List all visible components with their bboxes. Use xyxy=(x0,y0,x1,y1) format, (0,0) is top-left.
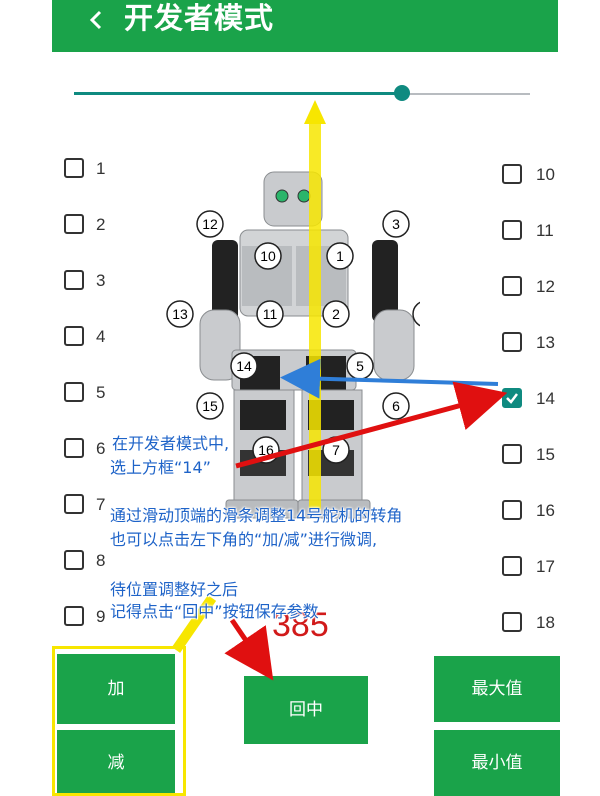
servo-number-label: 7 xyxy=(332,442,340,458)
checkbox-label: 4 xyxy=(96,327,106,346)
servo-number-label: 15 xyxy=(202,398,218,414)
chevron-left-icon[interactable] xyxy=(86,6,106,34)
checkbox-servo-14[interactable] xyxy=(502,388,522,408)
checkbox-servo-16[interactable] xyxy=(502,500,522,520)
annotation-step2-line1: 通过滑动顶端的滑条调整14号舵机的转角 xyxy=(110,506,403,525)
servo-number-label: 3 xyxy=(392,216,400,232)
checkbox-servo-12[interactable] xyxy=(502,276,522,296)
checkbox-servo-3[interactable] xyxy=(64,270,84,290)
checkbox-label: 18 xyxy=(536,613,555,632)
checkbox-servo-10[interactable] xyxy=(502,164,522,184)
servo-number-label: 1 xyxy=(336,248,344,264)
checkbox-servo-7[interactable] xyxy=(64,494,84,514)
servo-number-label: 11 xyxy=(263,306,278,322)
angle-slider[interactable] xyxy=(74,85,530,101)
servo-number-label: 14 xyxy=(236,358,252,374)
checkbox-label: 6 xyxy=(96,439,106,458)
servo-number-label: 2 xyxy=(332,306,340,322)
app-header: 开发者模式 xyxy=(52,0,558,52)
checkbox-servo-4[interactable] xyxy=(64,326,84,346)
checkbox-servo-11[interactable] xyxy=(502,220,522,240)
servo-number-label: 12 xyxy=(202,216,218,232)
checkbox-servo-1[interactable] xyxy=(64,158,84,178)
page-title: 开发者模式 xyxy=(124,1,275,35)
checkbox-label: 11 xyxy=(536,221,554,240)
checkbox-label: 13 xyxy=(536,333,555,352)
servo-number-label: 16 xyxy=(258,442,274,458)
checkbox-servo-6[interactable] xyxy=(64,438,84,458)
checkmark-icon xyxy=(506,393,518,404)
checkbox-servo-18[interactable] xyxy=(502,612,522,632)
checkbox-servo-15[interactable] xyxy=(502,444,522,464)
checkbox-label: 17 xyxy=(536,557,555,576)
servo-number-label: 6 xyxy=(392,398,400,414)
annotation-step3-line2: 记得点击“回中”按钮保存参数 xyxy=(110,602,319,621)
annotation-step1-line1: 在开发者模式中, xyxy=(112,434,230,453)
add-button[interactable]: 加 xyxy=(57,654,175,724)
checkbox-label: 10 xyxy=(536,165,555,184)
checkbox-servo-9[interactable] xyxy=(64,606,84,626)
slider-thumb[interactable] xyxy=(394,85,410,101)
annotation-step2-line2: 也可以点击左下角的“加/减”进行微调, xyxy=(110,530,378,549)
checkbox-servo-8[interactable] xyxy=(64,550,84,570)
subtract-button[interactable]: 减 xyxy=(57,730,175,796)
servo-number-label: 5 xyxy=(356,358,364,374)
min-button[interactable]: 最小值 xyxy=(434,730,560,796)
center-button[interactable]: 回中 xyxy=(244,676,368,744)
annotation-step3-line1: 待位置调整好之后 xyxy=(110,580,239,599)
checkbox-servo-5[interactable] xyxy=(64,382,84,402)
checkbox-label: 15 xyxy=(536,445,555,464)
slider-track-rest xyxy=(402,93,530,95)
servo-number-label: 10 xyxy=(260,248,276,264)
checkbox-label: 16 xyxy=(536,501,555,520)
checkbox-label: 14 xyxy=(536,389,555,408)
checkbox-servo-2[interactable] xyxy=(64,214,84,234)
annotation-step1-line2: 选上方框“14” xyxy=(110,458,211,477)
servo-number-label: 13 xyxy=(172,306,188,322)
checkbox-label: 5 xyxy=(96,383,106,402)
max-button[interactable]: 最大值 xyxy=(434,656,560,722)
checkbox-label: 8 xyxy=(96,551,106,570)
checkbox-label: 3 xyxy=(96,271,106,290)
slider-fill xyxy=(74,92,402,95)
checkbox-label: 2 xyxy=(96,215,106,234)
checkbox-label: 7 xyxy=(96,495,106,514)
checkbox-label: 1 xyxy=(96,159,106,178)
checkbox-servo-17[interactable] xyxy=(502,556,522,576)
checkbox-label: 9 xyxy=(96,607,106,626)
checkbox-label: 12 xyxy=(536,277,555,296)
checkbox-servo-13[interactable] xyxy=(502,332,522,352)
